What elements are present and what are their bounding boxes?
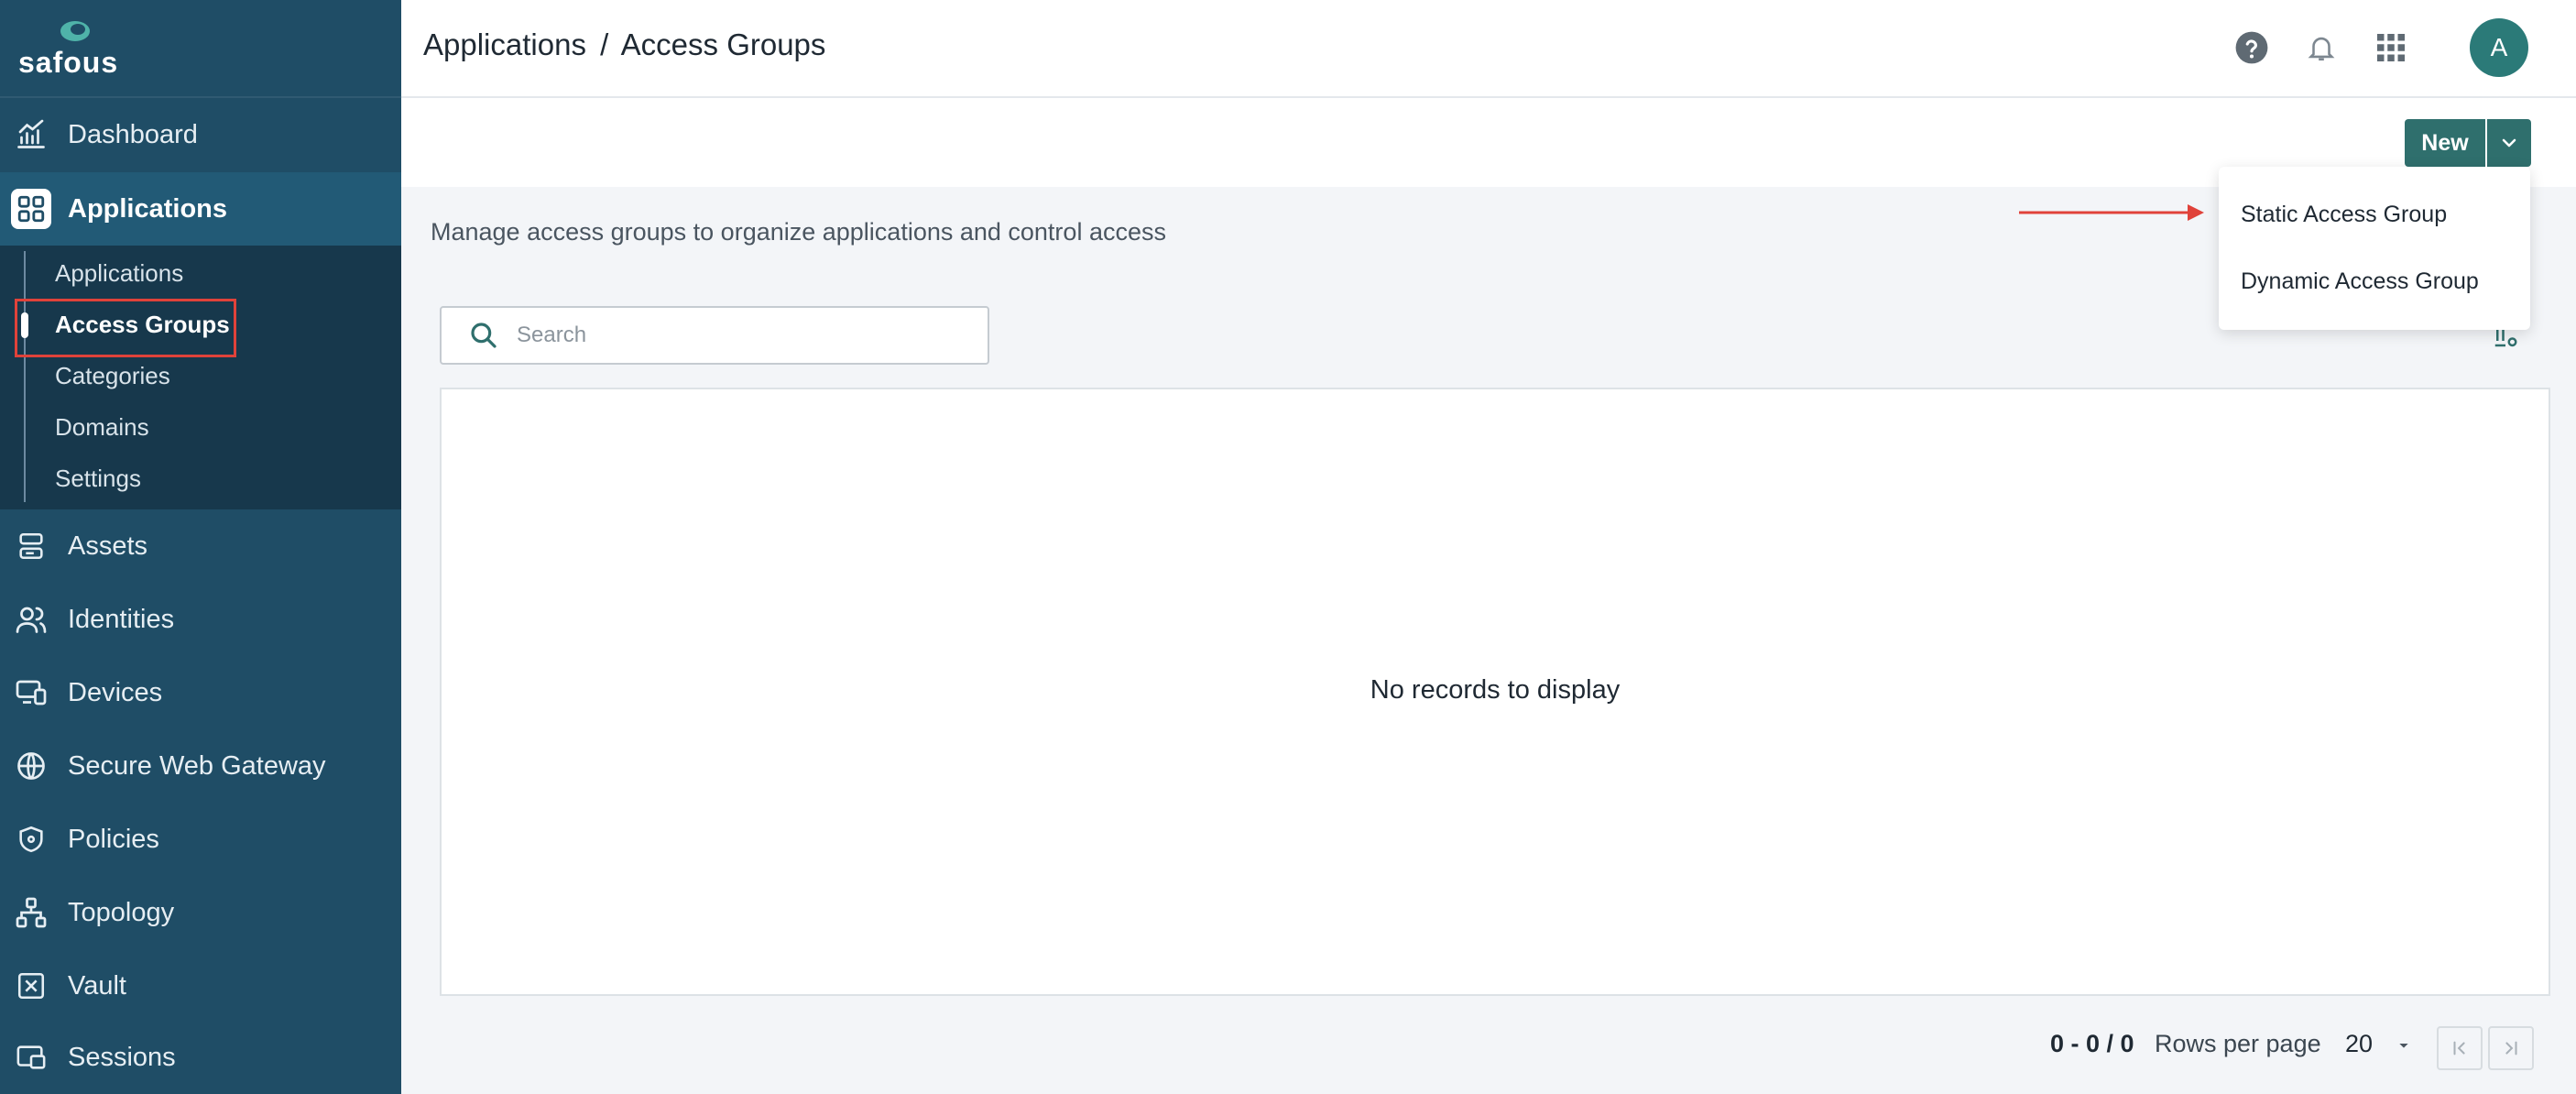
first-page-icon (2453, 1041, 2465, 1056)
devices-icon (11, 673, 51, 713)
new-dropdown-menu: Static Access Group Dynamic Access Group (2219, 167, 2530, 330)
subnav-line (24, 251, 26, 502)
new-button[interactable]: New (2405, 119, 2485, 167)
sidebar-item-label: Applications (68, 193, 228, 224)
chevron-down-icon (2502, 138, 2516, 148)
sidebar-item-label: Topology (68, 897, 175, 927)
sidebar: safous Dashboard Applications Applicatio… (0, 0, 401, 1094)
users-icon (11, 599, 51, 640)
caret-down-icon (2398, 1043, 2408, 1048)
sidebar-item-dashboard[interactable]: Dashboard (0, 98, 401, 171)
subnav-item-categories[interactable]: Categories (55, 362, 170, 390)
bell-icon[interactable] (2301, 27, 2341, 68)
chart-icon (11, 115, 51, 155)
new-dropdown-toggle[interactable] (2487, 119, 2531, 167)
sidebar-item-devices[interactable]: Devices (0, 656, 401, 729)
apps-grid-icon[interactable] (2371, 27, 2411, 68)
empty-state-message: No records to display (1370, 675, 1621, 705)
breadcrumb: Applications / Access Groups (423, 27, 825, 62)
breadcrumb-parent[interactable]: Applications (423, 27, 586, 61)
menu-item-static-access-group[interactable]: Static Access Group (2241, 202, 2447, 228)
sidebar-item-label: Sessions (68, 1042, 176, 1072)
sidebar-item-vault[interactable]: Vault (0, 949, 401, 1023)
subnav-item-settings[interactable]: Settings (55, 465, 141, 493)
sessions-icon (11, 1037, 51, 1078)
sidebar-item-label: Devices (68, 677, 163, 707)
server-icon (11, 526, 51, 566)
search-input[interactable] (515, 322, 973, 349)
sidebar-item-applications[interactable]: Applications (0, 172, 401, 246)
rows-per-page-label: Rows per page (2155, 1030, 2321, 1057)
last-page-button[interactable] (2488, 1026, 2534, 1070)
sidebar-item-label: Policies (68, 824, 159, 854)
sidebar-item-topology[interactable]: Topology (0, 876, 401, 949)
breadcrumb-separator: / (600, 27, 609, 61)
rows-per-page-value: 20 (2345, 1030, 2374, 1057)
first-page-button[interactable] (2437, 1026, 2483, 1070)
vault-icon (11, 966, 51, 1006)
sidebar-item-label: Vault (68, 970, 126, 1001)
search-icon (471, 323, 497, 348)
logo-icon (60, 20, 90, 41)
sidebar-item-label: Assets (68, 531, 148, 561)
sidebar-item-sessions[interactable]: Sessions (0, 1021, 401, 1094)
avatar[interactable]: A (2470, 18, 2528, 77)
sidebar-item-label: Secure Web Gateway (68, 750, 326, 781)
annotation-highlight-box (15, 299, 236, 357)
grid-icon (11, 189, 51, 229)
sidebar-item-identities[interactable]: Identities (0, 583, 401, 656)
brand-logo[interactable]: safous (0, 0, 401, 98)
sidebar-item-assets[interactable]: Assets (0, 509, 401, 583)
page-description: Manage access groups to organize applica… (431, 218, 1166, 246)
access-groups-table: No records to display (440, 388, 2550, 996)
globe-icon (11, 746, 51, 786)
search-box[interactable] (440, 306, 989, 365)
shield-icon (11, 819, 51, 859)
sidebar-item-policies[interactable]: Policies (0, 803, 401, 876)
brand-name: safous (18, 45, 119, 79)
subnav-item-domains[interactable]: Domains (55, 413, 149, 442)
pagination-range: 0 - 0 / 0 (2050, 1030, 2134, 1057)
sidebar-item-secure-web-gateway[interactable]: Secure Web Gateway (0, 729, 401, 803)
help-icon[interactable] (2232, 27, 2272, 68)
last-page-icon (2505, 1041, 2517, 1056)
subnav-item-applications[interactable]: Applications (55, 259, 183, 288)
top-header: Applications / Access Groups A (401, 0, 2576, 98)
menu-item-dynamic-access-group[interactable]: Dynamic Access Group (2241, 268, 2479, 295)
topology-icon (11, 892, 51, 933)
breadcrumb-current: Access Groups (620, 27, 826, 61)
sidebar-item-label: Dashboard (68, 119, 198, 149)
rows-per-page-select[interactable]: 20 (2345, 1030, 2411, 1058)
sidebar-item-label: Identities (68, 604, 175, 634)
annotation-arrow (2019, 204, 2204, 221)
